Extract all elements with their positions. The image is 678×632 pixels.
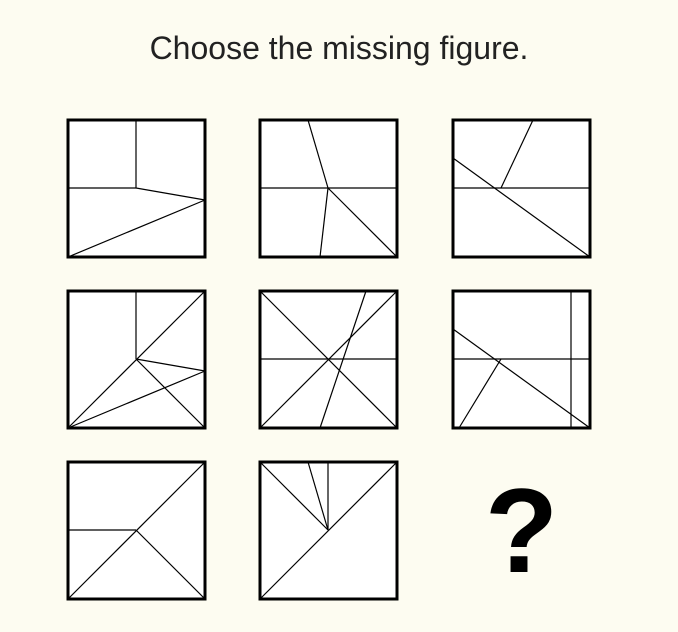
- figure-r2-c3-drawing: [451, 289, 592, 430]
- figure-r1-c3-drawing: [451, 118, 592, 259]
- figure-r1-c3: [451, 118, 592, 259]
- figure-r1-c1-drawing: [66, 118, 207, 259]
- figure-r2-c1: [66, 289, 207, 430]
- missing-figure-placeholder: ?: [453, 462, 590, 599]
- figure-r2-c1-drawing: [66, 289, 207, 430]
- figure-r3-c1-drawing: [66, 460, 207, 601]
- puzzle-grid: ?: [0, 0, 678, 632]
- question-mark: ?: [484, 463, 559, 598]
- figure-r3-c2: [258, 460, 399, 601]
- figure-r2-c3: [451, 289, 592, 430]
- figure-r2-c2-drawing: [258, 289, 399, 430]
- figure-r1-c2: [258, 118, 399, 259]
- figure-r1-c1: [66, 118, 207, 259]
- figure-r3-c1: [66, 460, 207, 601]
- figure-r2-c2: [258, 289, 399, 430]
- figure-r1-c2-drawing: [258, 118, 399, 259]
- figure-r3-c2-drawing: [258, 460, 399, 601]
